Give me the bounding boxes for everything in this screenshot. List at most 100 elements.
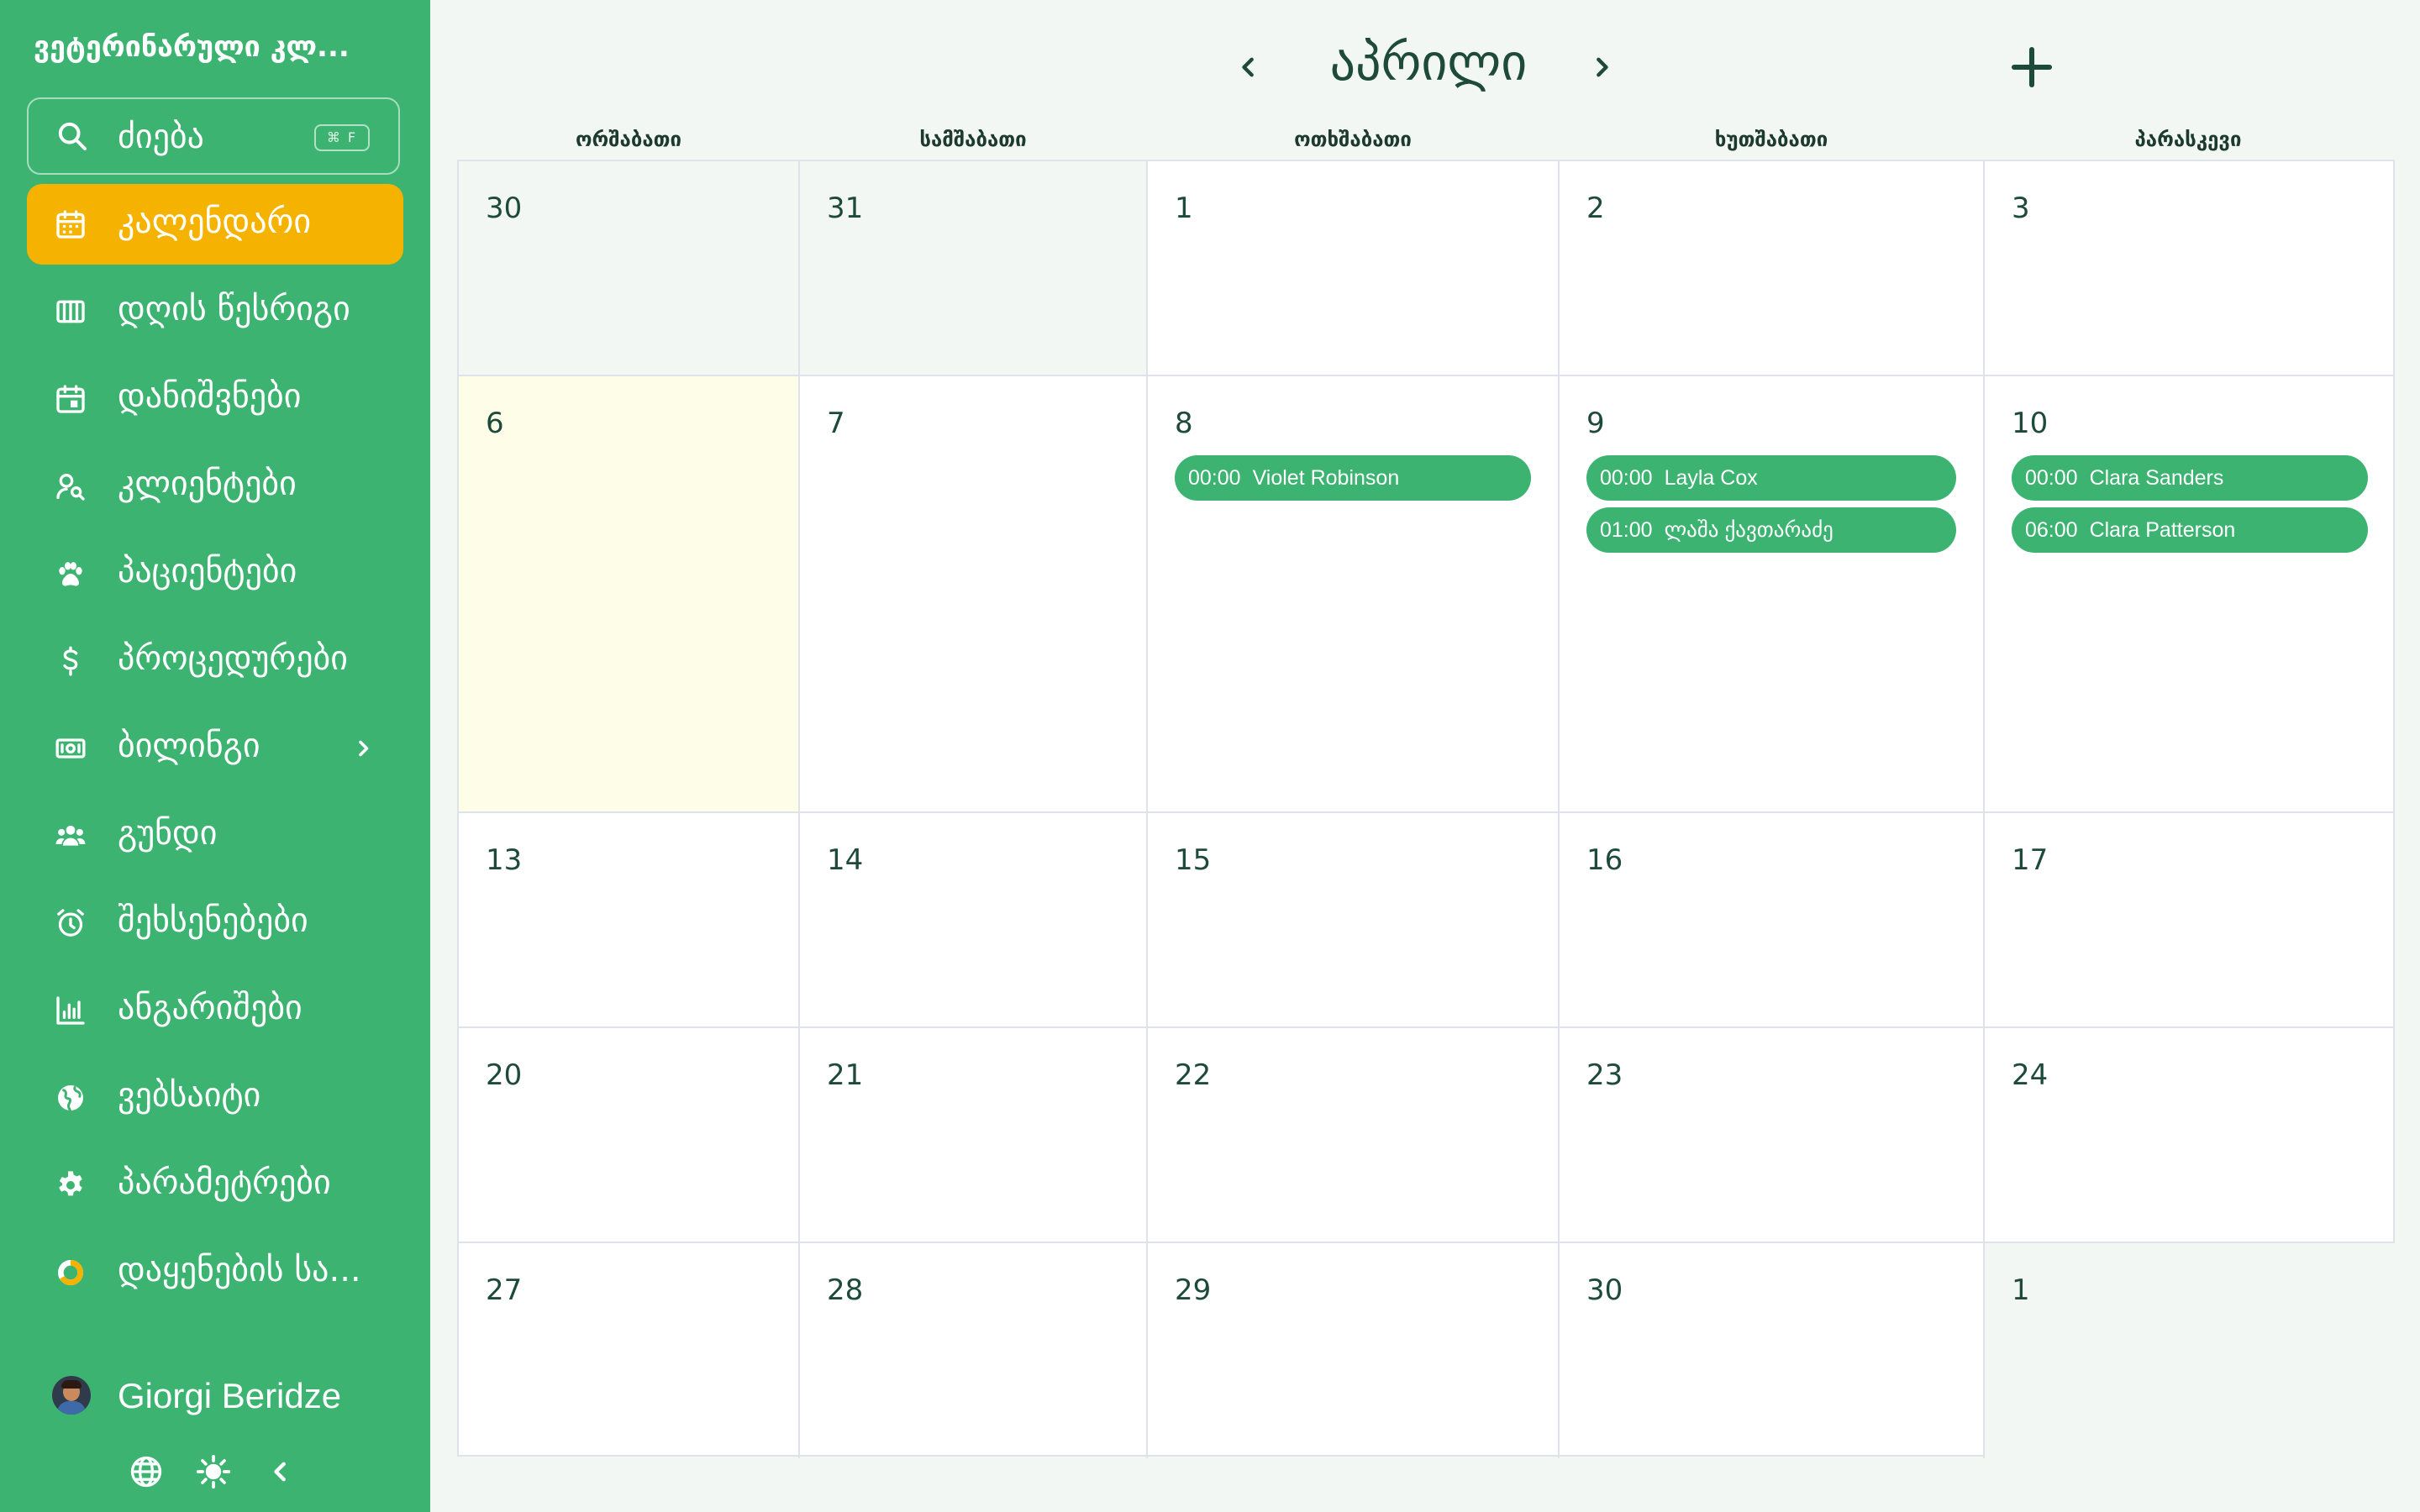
sidebar-item-label: დანიშვნები	[118, 377, 302, 416]
calendar-day-cell[interactable]: 13	[459, 813, 800, 1028]
calendar-day-cell[interactable]: 9 00:00 Layla Cox 01:00 ლაშა ქავთარაძე	[1560, 376, 1985, 813]
sidebar-item-5[interactable]: პროცედურები	[27, 621, 403, 701]
weekday-label: ხუთშაბათი	[1714, 128, 1828, 151]
calendar-day-cell[interactable]: 27	[459, 1243, 800, 1458]
search-icon	[58, 122, 87, 150]
calendar-day-cell[interactable]: 24	[1985, 1028, 2395, 1243]
day-number: 22	[1175, 1058, 1212, 1092]
appointment-chip[interactable]: 00:00 Layla Cox	[1586, 455, 1956, 501]
day-number: 8	[1175, 407, 1193, 440]
appointment-time: 01:00	[1600, 518, 1653, 542]
calendar-day-cell[interactable]: 3	[1985, 161, 2395, 376]
calendar-day-cell[interactable]: 20	[459, 1028, 800, 1243]
calendar-day-cell[interactable]: 22	[1148, 1028, 1560, 1243]
calendar-day-cell[interactable]: 14	[800, 813, 1148, 1028]
calendar-day-cell[interactable]: 17	[1985, 813, 2395, 1028]
calendar-day-cell[interactable]: 28	[800, 1243, 1148, 1458]
user-name: Giorgi Beridze	[118, 1376, 342, 1415]
appointment-client: Layla Cox	[1664, 466, 1758, 490]
chevron-right-icon[interactable]	[348, 733, 378, 764]
appointment-time: 06:00	[2025, 518, 2078, 542]
month-title: აპრილი	[1329, 34, 1528, 92]
calendar-day-cell[interactable]: 10 00:00 Clara Sanders 06:00 Clara Patterson	[1985, 376, 2395, 813]
day-number: 20	[486, 1058, 523, 1092]
appointment-time: 00:00	[2025, 466, 2078, 490]
search-button[interactable]: ძიება ⌘ F	[27, 97, 400, 175]
sidebar-item-label: კალენდარი	[118, 202, 312, 241]
sidebar-footer	[128, 1453, 304, 1495]
chevron-left-icon[interactable]	[262, 1453, 299, 1490]
weekday-label: ორშაბათი	[575, 128, 682, 151]
day-number: 1	[1175, 192, 1193, 225]
sidebar-item-10[interactable]: ვებსაიტი	[27, 1058, 403, 1138]
calendar-icon	[56, 210, 85, 239]
day-number: 1	[2012, 1273, 2030, 1307]
appointment-client: Clara Sanders	[2089, 466, 2224, 490]
sidebar-item-0[interactable]: კალენდარი	[27, 184, 403, 265]
calendar-day-cell[interactable]: 30	[1560, 1243, 1985, 1458]
sidebar-item-1[interactable]: დღის წესრიგი	[27, 271, 403, 352]
calendar-day-cell[interactable]: 30	[459, 161, 800, 376]
calendar-day-cell[interactable]: 8 00:00 Violet Robinson	[1148, 376, 1560, 813]
clinic-name[interactable]: ვეტერინარული კლ...	[34, 30, 403, 64]
calendar-day-cell[interactable]: 29	[1148, 1243, 1560, 1458]
calendar-day-cell[interactable]: 16	[1560, 813, 1985, 1028]
sun-icon[interactable]	[195, 1453, 232, 1490]
calendar-day-cell[interactable]: 1	[1985, 1243, 2395, 1458]
day-number: 10	[2012, 407, 2049, 440]
sidebar-item-label: ანგარიშები	[118, 989, 302, 1027]
sidebar-item-11[interactable]: პარამეტრები	[27, 1145, 403, 1226]
day-number: 17	[2012, 843, 2049, 877]
sidebar-item-label: ვებსაიტი	[118, 1076, 261, 1115]
sidebar-item-6[interactable]: ბილინგი	[27, 708, 403, 789]
sidebar-item-12[interactable]: დაყენების სა...	[27, 1232, 403, 1313]
sidebar-item-3[interactable]: კლიენტები	[27, 446, 403, 527]
add-appointment-button[interactable]	[2008, 44, 2055, 91]
calendar-day-cell[interactable]: 2	[1560, 161, 1985, 376]
sidebar-item-8[interactable]: შეხსენებები	[27, 883, 403, 963]
calendar-day-cell[interactable]: 23	[1560, 1028, 1985, 1243]
sidebar-item-label: ბილინგი	[118, 727, 260, 765]
appointment-chip[interactable]: 00:00 Clara Sanders	[2012, 455, 2368, 501]
day-number: 9	[1586, 407, 1605, 440]
columns-icon	[56, 300, 85, 323]
day-number: 6	[486, 407, 504, 440]
appointment-chip[interactable]: 00:00 Violet Robinson	[1175, 455, 1531, 501]
search-label: ძიება	[118, 118, 204, 156]
day-number: 24	[2012, 1058, 2049, 1092]
calendar-day-cell[interactable]: 31	[800, 161, 1148, 376]
calendar-day-cell[interactable]: 1	[1148, 161, 1560, 376]
sidebar-item-label: პარამეტრები	[118, 1163, 331, 1202]
appointment-chip[interactable]: 01:00 ლაშა ქავთარაძე	[1586, 507, 1956, 553]
next-month-button[interactable]	[1583, 49, 1620, 86]
sidebar-item-2[interactable]: დანიშვნები	[27, 359, 403, 439]
sidebar: ვეტერინარული კლ... ძიება ⌘ F კალენდარი დღ…	[0, 0, 430, 1512]
calendar-day-cell[interactable]: 15	[1148, 813, 1560, 1028]
sidebar-item-label: დღის წესრიგი	[118, 290, 350, 328]
paw-icon	[59, 562, 82, 586]
appointment-client: Clara Patterson	[2089, 518, 2236, 542]
weekday-label: ოთხშაბათი	[1294, 128, 1412, 151]
user-search-icon	[56, 474, 85, 501]
appointment-time: 00:00	[1188, 466, 1241, 490]
sidebar-item-7[interactable]: გუნდი	[27, 795, 403, 876]
calendar-day-cell[interactable]: 7	[800, 376, 1148, 813]
sidebar-item-4[interactable]: პაციენტები	[27, 533, 403, 614]
alarm-icon	[57, 909, 84, 937]
day-number: 29	[1175, 1273, 1212, 1307]
calendar-day-cell[interactable]: 21	[800, 1028, 1148, 1243]
prev-month-button[interactable]	[1230, 49, 1267, 86]
appointment-chip[interactable]: 06:00 Clara Patterson	[2012, 507, 2368, 553]
weekday-label: სამშაბათი	[919, 128, 1027, 151]
globe-icon[interactable]	[128, 1453, 165, 1490]
user-profile[interactable]: Giorgi Beridze	[52, 1373, 405, 1423]
appointment-client: ლაშა ქავთარაძე	[1664, 518, 1833, 542]
sidebar-item-9[interactable]: ანგარიშები	[27, 970, 403, 1051]
appointment-client: Violet Robinson	[1252, 466, 1400, 490]
day-number: 30	[486, 192, 523, 225]
sidebar-item-label: გუნდი	[118, 814, 218, 853]
day-number: 31	[827, 192, 864, 225]
day-number: 15	[1175, 843, 1212, 877]
shortcut-badge: ⌘ F	[314, 124, 370, 151]
calendar-day-cell[interactable]: 6	[459, 376, 800, 813]
